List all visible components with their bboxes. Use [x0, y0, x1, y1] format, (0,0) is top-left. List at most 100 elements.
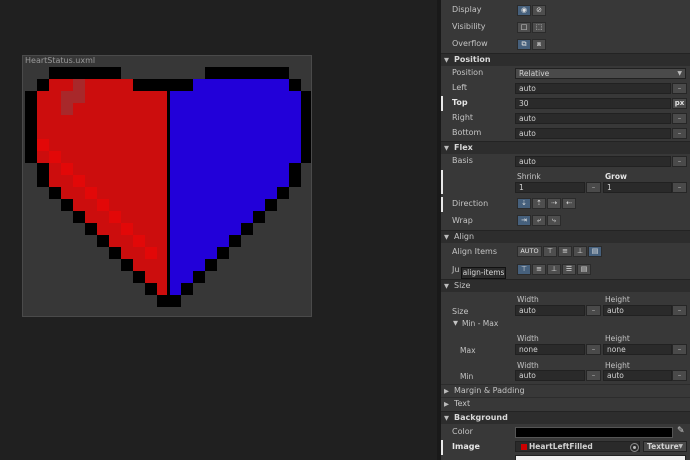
canvas-frame[interactable]: HeartStatus.uxml [22, 55, 312, 317]
size-width-unit-button[interactable]: – [586, 305, 601, 316]
heart-right-pixel [277, 115, 289, 127]
max-height-unit-button[interactable]: – [672, 344, 687, 355]
direction-row-icon[interactable]: ⇢ [547, 198, 561, 209]
min-width-unit-button[interactable]: – [586, 370, 601, 381]
heart-right-pixel [217, 199, 229, 211]
right-input[interactable]: auto [515, 113, 671, 124]
margin-padding-section-header[interactable]: ▶ Margin & Padding [441, 384, 690, 397]
position-section-header[interactable]: ▼ Position [441, 53, 690, 66]
heart-right-pixel [193, 79, 205, 91]
heart-shade-pixel [37, 139, 49, 151]
left-unit-button[interactable]: – [672, 83, 687, 94]
align-center-icon[interactable]: ≡ [558, 246, 572, 257]
overflow-hidden-icon[interactable]: ⧈ [532, 39, 546, 50]
direction-column-reverse-icon[interactable]: ⇡ [532, 198, 546, 209]
left-input[interactable]: auto [515, 83, 671, 94]
direction-column-icon[interactable]: ⇣ [517, 198, 531, 209]
object-picker-icon[interactable] [630, 443, 639, 452]
grow-label: Grow [605, 172, 627, 181]
text-section-header[interactable]: ▶ Text [441, 397, 690, 410]
visibility-hidden-icon[interactable]: ⬚ [532, 22, 546, 33]
top-unit-button[interactable]: px [672, 98, 687, 109]
max-height-input[interactable]: none [603, 344, 672, 355]
align-stretch-icon[interactable]: ▤ [588, 246, 602, 257]
background-color-field[interactable] [515, 427, 673, 438]
heart-right-pixel [253, 175, 265, 187]
max-width-input[interactable]: none [515, 344, 585, 355]
size-section-header[interactable]: ▼ Size [441, 279, 690, 292]
shrink-unit-button[interactable]: – [586, 182, 601, 193]
expand-arrow-icon[interactable]: ▼ [453, 319, 458, 327]
override-indicator [441, 440, 443, 455]
visibility-visible-icon[interactable]: □ [517, 22, 531, 33]
justify-space-around-icon[interactable]: ▤ [577, 264, 591, 275]
basis-unit-button[interactable]: – [672, 156, 687, 167]
heart-outline-pixel [49, 187, 61, 199]
min-width-input[interactable]: auto [515, 370, 585, 381]
wrap-wrap-icon[interactable]: ⤶ [532, 215, 546, 226]
heart-outline-pixel [85, 223, 97, 235]
direction-row-reverse-icon[interactable]: ⇠ [562, 198, 576, 209]
flex-section-header[interactable]: ▼ Flex [441, 141, 690, 154]
heart-left-pixel [145, 151, 157, 163]
heart-right-pixel [229, 223, 241, 235]
background-image-field[interactable]: HeartLeftFilled [515, 441, 640, 452]
background-section-header[interactable]: ▼ Background [441, 411, 690, 424]
min-max-label[interactable]: Min - Max [462, 319, 498, 328]
heart-left-pixel [85, 211, 97, 223]
top-input[interactable]: 30 [515, 98, 671, 109]
heart-right-pixel [217, 175, 229, 187]
heart-right-pixel [229, 127, 241, 139]
heart-right-pixel [205, 163, 217, 175]
chevron-down-icon: ▼ [678, 443, 683, 450]
heart-right-pixel [229, 115, 241, 127]
grow-input[interactable]: 1 [603, 182, 672, 193]
overflow-visible-icon[interactable]: ⧉ [517, 39, 531, 50]
align-flex-end-icon[interactable]: ⊥ [573, 246, 587, 257]
size-height-input[interactable]: auto [603, 305, 672, 316]
shrink-input[interactable]: 1 [515, 182, 585, 193]
align-auto-button[interactable]: AUTO [517, 246, 542, 257]
expand-arrow-icon: ▶ [444, 400, 449, 408]
heart-left-pixel [133, 139, 145, 151]
right-unit-button[interactable]: – [672, 113, 687, 124]
eyedropper-icon[interactable]: ✎ [677, 426, 685, 436]
min-height-input[interactable]: auto [603, 370, 672, 381]
justify-space-between-icon[interactable]: ☰ [562, 264, 576, 275]
next-field-partial[interactable] [515, 455, 686, 460]
heart-left-pixel [133, 211, 145, 223]
basis-input[interactable]: auto [515, 156, 671, 167]
heart-left-pixel [109, 175, 121, 187]
heart-right-pixel [217, 103, 229, 115]
align-flex-start-icon[interactable]: ⊤ [543, 246, 557, 257]
min-height-unit-button[interactable]: – [672, 370, 687, 381]
size-height-unit-button[interactable]: – [672, 305, 687, 316]
display-flex-icon[interactable]: ◉ [517, 5, 531, 16]
heart-right-pixel [277, 91, 289, 103]
heart-outline-pixel [205, 67, 217, 79]
wrap-nowrap-icon[interactable]: ⇥ [517, 215, 531, 226]
image-type-dropdown[interactable]: Texture ▼ [643, 441, 687, 452]
position-dropdown[interactable]: Relative ▼ [515, 68, 686, 79]
heart-left-pixel [145, 259, 157, 271]
bottom-input[interactable]: auto [515, 128, 671, 139]
heart-left-pixel [121, 151, 133, 163]
heart-shade-pixel [49, 151, 61, 163]
size-width-input[interactable]: auto [515, 305, 585, 316]
display-none-icon[interactable]: ⊘ [532, 5, 546, 16]
justify-center-icon[interactable]: ≡ [532, 264, 546, 275]
align-section-header[interactable]: ▼ Align [441, 230, 690, 243]
heart-right-pixel [229, 139, 241, 151]
max-width-unit-button[interactable]: – [586, 344, 601, 355]
grow-unit-button[interactable]: – [672, 182, 687, 193]
heart-outline-pixel [301, 127, 311, 139]
bottom-unit-button[interactable]: – [672, 128, 687, 139]
justify-flex-start-icon[interactable]: ⊤ [517, 264, 531, 275]
heart-image[interactable] [23, 67, 311, 316]
heart-left-pixel [109, 187, 121, 199]
heart-left-pixel [97, 187, 109, 199]
wrap-reverse-icon[interactable]: ⤷ [547, 215, 561, 226]
justify-flex-end-icon[interactable]: ⊥ [547, 264, 561, 275]
expand-arrow-icon: ▼ [444, 282, 449, 290]
canvas-viewport[interactable]: HeartStatus.uxml [0, 0, 440, 460]
